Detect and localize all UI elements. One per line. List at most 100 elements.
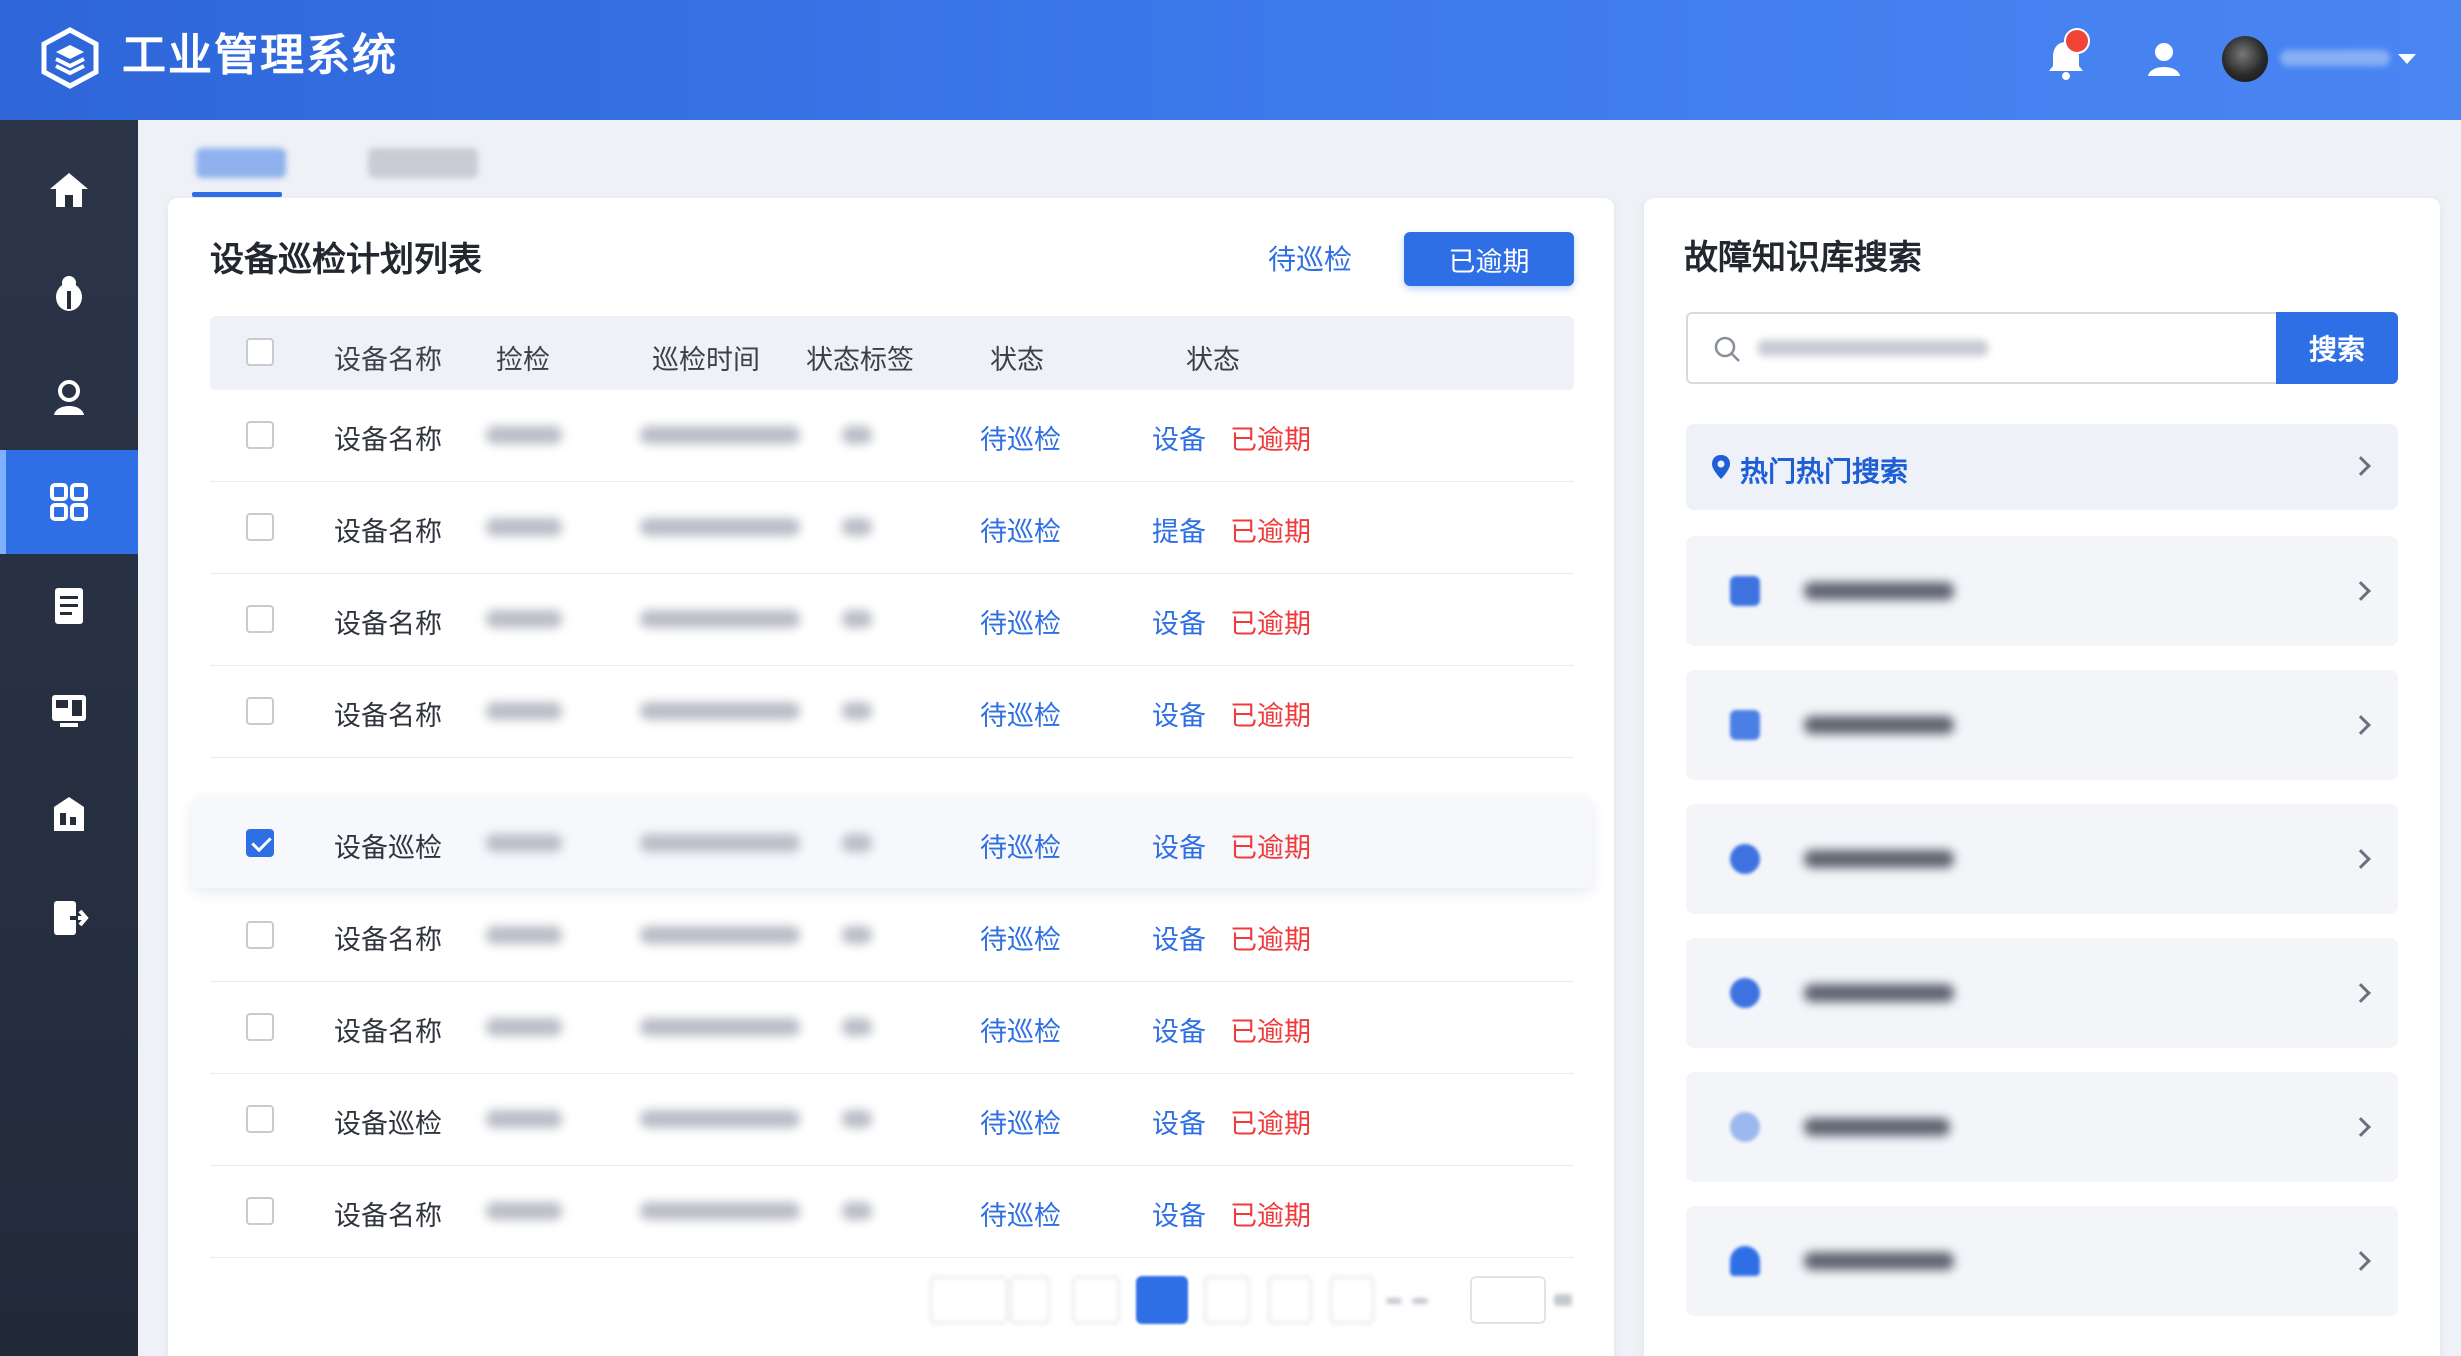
- tab-secondary[interactable]: [368, 148, 478, 178]
- knowledge-item[interactable]: [1686, 670, 2398, 780]
- sidebar-item-dashboard[interactable]: [0, 658, 138, 762]
- select-all-checkbox[interactable]: [246, 338, 274, 366]
- avatar[interactable]: [2222, 36, 2268, 82]
- page-prev-button[interactable]: [930, 1276, 1008, 1324]
- status-overdue-link[interactable]: 已逾期: [1230, 602, 1311, 641]
- table-row[interactable]: 设备名称 待巡检 设备 已逾期: [210, 1166, 1574, 1258]
- knowledge-item-label: [1804, 716, 1954, 734]
- status-overdue-link[interactable]: 已逾期: [1230, 1194, 1311, 1233]
- knowledge-search-input[interactable]: [1756, 330, 2256, 368]
- status-overdue-link[interactable]: 已逾期: [1230, 694, 1311, 733]
- knowledge-item[interactable]: [1686, 1072, 2398, 1182]
- device-link[interactable]: 设备: [1152, 1194, 1206, 1233]
- device-name: 设备名称: [334, 609, 442, 640]
- status-overdue-link[interactable]: 已逾期: [1230, 510, 1311, 549]
- row-checkbox[interactable]: [246, 1105, 274, 1133]
- page-button-current[interactable]: [1136, 1276, 1188, 1324]
- page-tabs: [168, 130, 2438, 200]
- home-icon: [50, 173, 88, 207]
- status-pending-link[interactable]: 待巡检: [980, 694, 1061, 733]
- table-row[interactable]: 设备名称 待巡检 设备 已逾期: [210, 574, 1574, 666]
- dashboard-icon: [52, 695, 86, 727]
- status-pending-link[interactable]: 待巡检: [980, 1102, 1061, 1141]
- status-overdue-link[interactable]: 已逾期: [1230, 1102, 1311, 1141]
- hot-search-bar[interactable]: 热门热门搜索: [1686, 424, 2398, 510]
- sidebar-item-documents[interactable]: [0, 554, 138, 658]
- sidebar-item-reports[interactable]: [0, 762, 138, 866]
- device-name: 设备名称: [334, 1017, 442, 1048]
- tab-active[interactable]: [196, 148, 286, 178]
- device-link[interactable]: 设备: [1152, 826, 1206, 865]
- device-name: 设备名称: [334, 701, 442, 732]
- status-pending-link[interactable]: 待巡检: [980, 918, 1061, 957]
- table-row[interactable]: 设备巡检 待巡检 设备 已逾期: [210, 1074, 1574, 1166]
- inspector-cell: [486, 1110, 562, 1128]
- sidebar-item-personnel[interactable]: [0, 346, 138, 450]
- table-row[interactable]: 设备名称 待巡检 设备 已逾期: [210, 982, 1574, 1074]
- sidebar-item-home[interactable]: [0, 138, 138, 242]
- status-overdue-link[interactable]: 已逾期: [1230, 1010, 1311, 1049]
- table-row[interactable]: 设备巡检 待巡检 设备 已逾期: [192, 798, 1592, 888]
- page-total-label: [1554, 1294, 1572, 1306]
- device-link[interactable]: 设备: [1152, 918, 1206, 957]
- row-checkbox[interactable]: [246, 513, 274, 541]
- knowledge-item[interactable]: [1686, 938, 2398, 1048]
- notification-badge: [2064, 28, 2090, 54]
- status-pending-link[interactable]: 待巡检: [980, 418, 1061, 457]
- device-link[interactable]: 设备: [1152, 602, 1206, 641]
- row-checkbox[interactable]: [246, 1197, 274, 1225]
- knowledge-item[interactable]: [1686, 804, 2398, 914]
- page-button[interactable]: [1204, 1276, 1250, 1324]
- chevron-right-icon: [2351, 1251, 2371, 1271]
- page-jump-input[interactable]: [1470, 1276, 1546, 1324]
- knowledge-item-label: [1804, 984, 1954, 1002]
- device-link[interactable]: 设备: [1152, 418, 1206, 457]
- table-row[interactable]: 设备名称 待巡检 设备 已逾期: [210, 666, 1574, 758]
- row-checkbox[interactable]: [246, 921, 274, 949]
- inspector-cell: [486, 518, 562, 536]
- knowledge-item[interactable]: [1686, 536, 2398, 646]
- sidebar-item-faults[interactable]: [0, 242, 138, 346]
- status-overdue-link[interactable]: 已逾期: [1230, 826, 1311, 865]
- table-row[interactable]: 设备名称 待巡检 设备 已逾期: [210, 890, 1574, 982]
- tab-underline: [192, 192, 282, 197]
- search-button[interactable]: 搜索: [2276, 312, 2398, 384]
- person-icon: [1730, 1246, 1760, 1276]
- status-pending-link[interactable]: 待巡检: [980, 602, 1061, 641]
- table-row[interactable]: 设备名称 待巡检 提备 已逾期: [210, 482, 1574, 574]
- device-link[interactable]: 设备: [1152, 1010, 1206, 1049]
- device-link[interactable]: 设备: [1152, 694, 1206, 733]
- inspection-time-cell: [640, 610, 800, 628]
- status-overdue-link[interactable]: 已逾期: [1230, 918, 1311, 957]
- row-checkbox[interactable]: [246, 829, 274, 857]
- user-name[interactable]: [2280, 50, 2390, 66]
- sidebar-item-export[interactable]: [0, 866, 138, 970]
- row-checkbox[interactable]: [246, 697, 274, 725]
- row-checkbox[interactable]: [246, 1013, 274, 1041]
- page-button[interactable]: [1268, 1276, 1312, 1324]
- device-link[interactable]: 设备: [1152, 1102, 1206, 1141]
- knowledge-item[interactable]: [1686, 1206, 2398, 1316]
- knowledge-item-label: [1804, 1252, 1954, 1270]
- filter-overdue-button[interactable]: 已逾期: [1404, 232, 1574, 286]
- sidebar-item-inspection[interactable]: [0, 450, 138, 554]
- row-checkbox[interactable]: [246, 605, 274, 633]
- filter-pending-button[interactable]: 待巡检: [1268, 238, 1352, 278]
- page-button[interactable]: [1010, 1276, 1050, 1324]
- row-checkbox[interactable]: [246, 421, 274, 449]
- page-button[interactable]: [1072, 1276, 1120, 1324]
- inspection-time-cell: [640, 426, 800, 444]
- page-button[interactable]: [1330, 1276, 1374, 1324]
- status-overdue-link[interactable]: 已逾期: [1230, 418, 1311, 457]
- status-pending-link[interactable]: 待巡检: [980, 1010, 1061, 1049]
- status-pending-link[interactable]: 待巡检: [980, 1194, 1061, 1233]
- status-pending-link[interactable]: 待巡检: [980, 510, 1061, 549]
- column-header: 状态标签: [806, 345, 914, 376]
- device-name: 设备巡检: [334, 1109, 442, 1140]
- status-tag-cell: [842, 610, 872, 628]
- table-row[interactable]: 设备名称 待巡检 设备 已逾期: [210, 390, 1574, 482]
- device-link[interactable]: 提备: [1152, 510, 1206, 549]
- chevron-down-icon[interactable]: [2398, 54, 2416, 64]
- status-pending-link[interactable]: 待巡检: [980, 826, 1061, 865]
- user-icon[interactable]: [2138, 34, 2190, 86]
